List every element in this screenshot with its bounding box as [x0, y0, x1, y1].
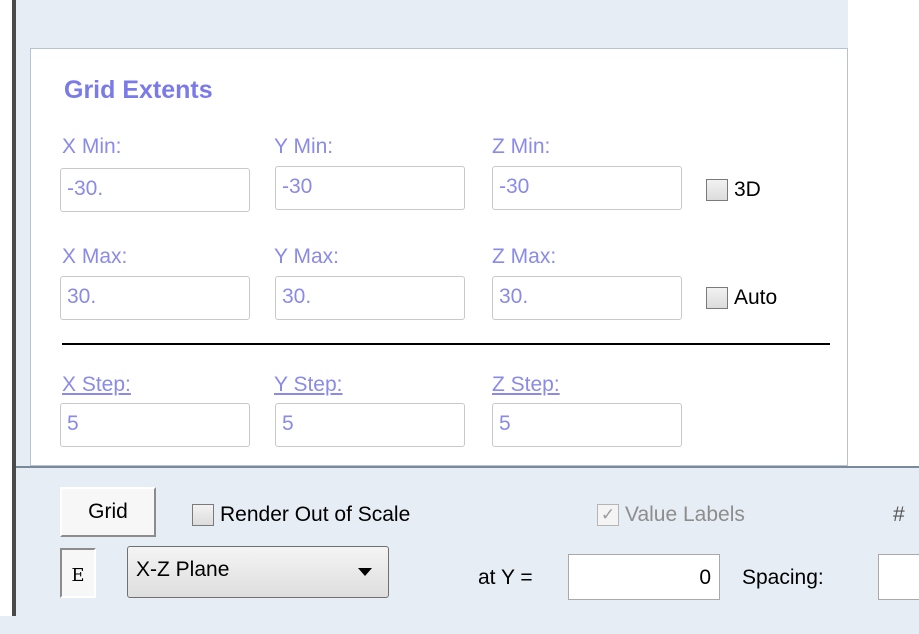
- spacing-input[interactable]: [878, 554, 919, 600]
- at-y-label: at Y =: [478, 566, 533, 589]
- y-step-input[interactable]: 5: [275, 403, 465, 447]
- x-max-input[interactable]: 30.: [60, 276, 250, 320]
- z-min-input[interactable]: -30: [492, 166, 682, 210]
- x-step-label: X Step:: [62, 373, 131, 396]
- at-y-input[interactable]: 0: [568, 554, 720, 600]
- z-max-label: Z Max:: [492, 245, 557, 268]
- checkbox-3d-box[interactable]: [706, 179, 728, 201]
- x-min-input[interactable]: -30.: [60, 168, 250, 212]
- checkbox-auto-label: Auto: [734, 286, 778, 309]
- right-area: [848, 0, 919, 466]
- z-step-input[interactable]: 5: [492, 403, 682, 447]
- plane-select[interactable]: X-Z Plane: [127, 546, 389, 598]
- bottom-strip: [0, 616, 919, 634]
- render-out-of-scale-box[interactable]: [192, 504, 214, 526]
- left-border: [0, 0, 16, 634]
- section-title: Grid Extents: [64, 76, 213, 104]
- x-step-input[interactable]: 5: [60, 403, 250, 447]
- hash-label: #: [893, 503, 905, 526]
- y-min-label: Y Min:: [274, 135, 334, 158]
- e-button[interactable]: E: [60, 548, 96, 598]
- grid-button[interactable]: Grid: [60, 487, 156, 537]
- checkbox-auto-box[interactable]: [706, 287, 728, 309]
- z-max-input[interactable]: 30.: [492, 276, 682, 320]
- checkbox-auto[interactable]: Auto: [706, 286, 777, 310]
- y-max-input[interactable]: 30.: [275, 276, 465, 320]
- z-min-label: Z Min:: [492, 135, 551, 158]
- value-labels-checkbox[interactable]: ✓ Value Labels: [597, 503, 745, 527]
- spacing-label: Spacing:: [742, 566, 824, 589]
- render-out-of-scale-checkbox[interactable]: Render Out of Scale: [192, 503, 410, 527]
- render-out-of-scale-label: Render Out of Scale: [220, 503, 411, 526]
- section-divider: [62, 343, 830, 345]
- top-area: [16, 0, 848, 48]
- check-icon[interactable]: ✓: [597, 504, 619, 526]
- x-min-label: X Min:: [62, 135, 122, 158]
- chevron-down-icon: [358, 568, 372, 576]
- z-step-label: Z Step:: [492, 373, 560, 396]
- y-min-input[interactable]: -30: [275, 166, 465, 210]
- value-labels-label: Value Labels: [625, 503, 745, 526]
- x-max-label: X Max:: [62, 245, 128, 268]
- y-max-label: Y Max:: [274, 245, 339, 268]
- y-step-label: Y Step:: [274, 373, 343, 396]
- plane-select-value: X-Z Plane: [136, 558, 230, 581]
- checkbox-3d[interactable]: 3D: [706, 178, 761, 202]
- checkbox-3d-label: 3D: [734, 178, 761, 201]
